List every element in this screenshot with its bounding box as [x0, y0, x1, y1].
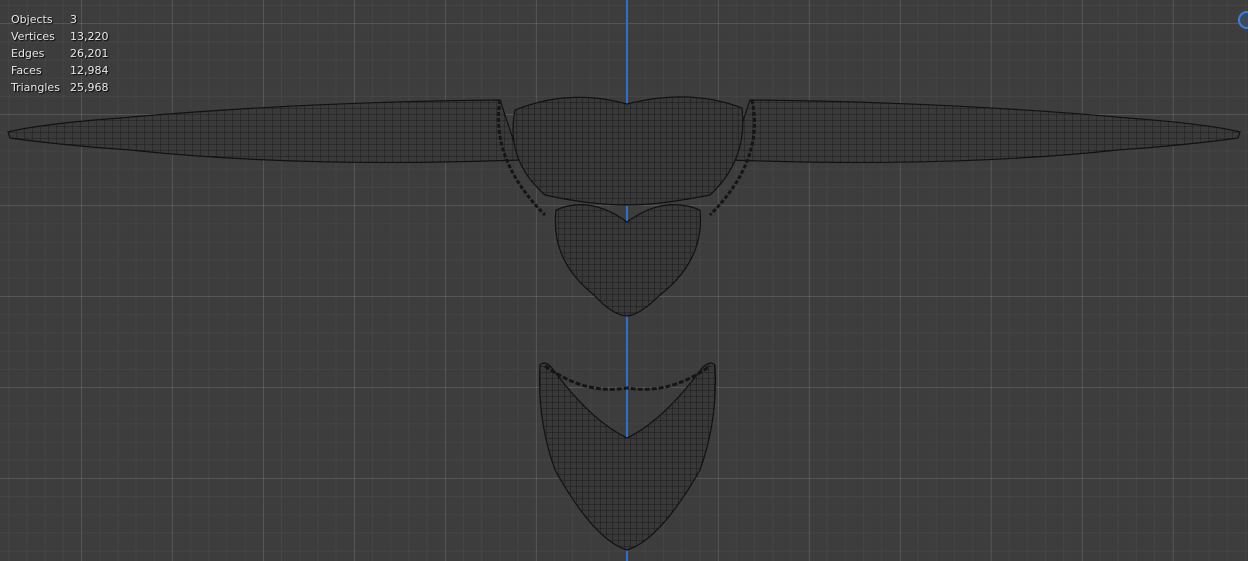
- stat-edges: Edges 26,201: [11, 47, 109, 60]
- stat-triangles: Triangles 25,968: [11, 81, 109, 94]
- stat-vertices: Vertices 13,220: [11, 30, 109, 43]
- stat-objects: Objects 3: [11, 13, 77, 26]
- torso-mesh[interactable]: [496, 96, 756, 317]
- mesh-wireframes[interactable]: [0, 0, 1248, 561]
- scene-statistics-overlay: Objects 3 Vertices 13,220 Edges 26,201 Face…: [11, 11, 109, 96]
- lower-mesh[interactable]: [539, 362, 716, 551]
- stat-faces: Faces 12,984: [11, 64, 109, 77]
